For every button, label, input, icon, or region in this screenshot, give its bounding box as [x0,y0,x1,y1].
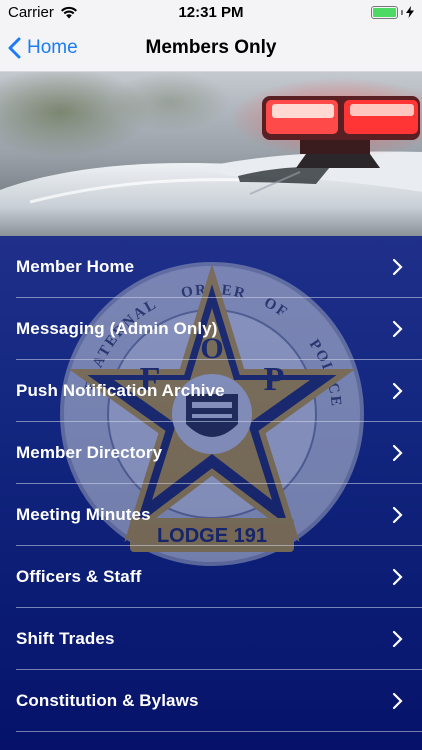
menu-item-member-directory[interactable]: Member Directory [16,422,422,484]
carrier-label: Carrier [8,3,54,21]
menu-item-label: Messaging (Admin Only) [16,318,218,338]
menu-item-label: Member Home [16,256,135,276]
menu-item-shift-trades[interactable]: Shift Trades [16,608,422,670]
menu-list: Member Home Messaging (Admin Only) Push … [0,236,422,732]
menu-item-label: Officers & Staff [16,566,142,586]
chevron-right-icon [392,568,403,585]
chevron-right-icon [392,320,403,337]
battery-tip [401,9,403,15]
menu-item-officers-staff[interactable]: Officers & Staff [16,546,422,608]
chevron-right-icon [392,444,403,461]
chevron-right-icon [392,630,403,647]
menu-item-meeting-minutes[interactable]: Meeting Minutes [16,484,422,546]
battery-icon [371,5,398,19]
status-left: Carrier [8,4,78,21]
chevron-right-icon [392,258,403,275]
nav-bar: Home Members Only [0,24,422,72]
menu-item-label: Shift Trades [16,628,115,648]
status-right [371,5,414,19]
menu-item-label: Push Notification Archive [16,380,225,400]
chevron-right-icon [392,692,403,709]
menu-item-constitution-bylaws[interactable]: Constitution & Bylaws [16,670,422,732]
menu-item-label: Constitution & Bylaws [16,690,199,710]
hero-image [0,72,422,236]
status-bar: Carrier 12:31 PM [0,0,422,24]
menu-item-push-notification-archive[interactable]: Push Notification Archive [16,360,422,422]
chevron-right-icon [392,382,403,399]
back-button-label: Home [27,37,78,58]
wifi-icon [60,6,77,18]
menu-item-label: Member Directory [16,442,163,462]
chevron-right-icon [392,506,403,523]
police-car-illustration [0,72,422,236]
menu-area: FRATERNAL ORDER OF POLICE F O P LODGE 19… [0,236,422,750]
back-button[interactable]: Home [8,24,78,72]
menu-item-member-home[interactable]: Member Home [16,236,422,298]
menu-item-label: Meeting Minutes [16,504,151,524]
charging-bolt-icon [406,6,414,18]
chevron-left-icon [8,37,21,59]
menu-item-messaging[interactable]: Messaging (Admin Only) [16,298,422,360]
